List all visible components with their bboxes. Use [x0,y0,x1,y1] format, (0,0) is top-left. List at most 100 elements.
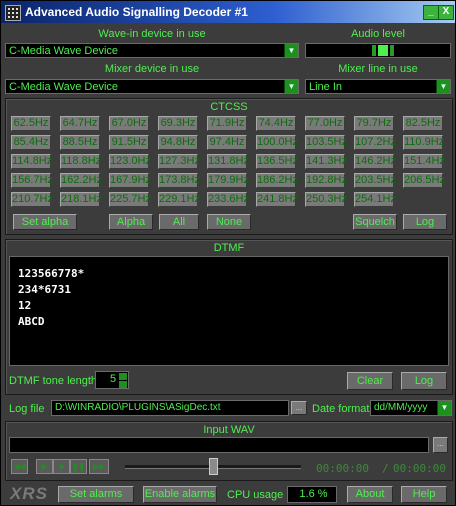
dtmf-tone-length-spinner[interactable]: 5 [95,371,129,389]
ctcss-tone-button[interactable]: 146.2Hz [354,154,396,169]
ctcss-tone-button[interactable]: 151.4Hz [403,154,445,169]
ctcss-tone-button[interactable]: 162.2Hz [60,173,102,188]
dtmf-tone-length-label: DTMF tone length [9,375,98,387]
ctcss-tone-button[interactable]: 110.9Hz [403,135,444,150]
wav-position-thumb[interactable] [209,458,218,475]
mixer-line-label: Mixer line in use [338,63,418,75]
ctcss-tone-button[interactable]: 74.4Hz [256,116,296,131]
pause-button[interactable]: ❚❚ [70,459,87,474]
none-button[interactable]: None [207,214,251,230]
ctcss-tone-button[interactable]: 186.2Hz [256,173,298,188]
enable-alarms-button[interactable]: Enable alarms [143,486,217,503]
window-title: Advanced Audio Signalling Decoder #1 [25,5,248,19]
fast-forward-icon: ▶▶ [92,462,106,471]
mixer-device-label: Mixer device in use [104,63,200,75]
ctcss-tone-button[interactable]: 114.8Hz [11,154,52,169]
decoder-window: Advanced Audio Signalling Decoder #1 _ X… [0,0,456,506]
dtmf-output: 123566778* 234*6731 12 ABCD [9,256,449,366]
chevron-down-icon[interactable]: ▼ [284,80,298,93]
ctcss-tone-button[interactable]: 156.7Hz [11,173,53,188]
ctcss-tone-button[interactable]: 79.7Hz [354,116,394,131]
audio-level-label: Audio level [351,28,405,40]
ctcss-tone-button[interactable]: 233.6Hz [207,192,249,207]
ctcss-tone-button[interactable]: 229.1Hz [158,192,200,207]
ctcss-tone-button[interactable]: 127.3Hz [158,154,200,169]
wav-time-current: 00:00:00 [316,462,369,475]
wave-in-value: C-Media Wave Device [9,45,119,57]
squelch-button[interactable]: Squelch [353,214,397,230]
date-format-select[interactable]: dd/MM/yyyy ▼ [370,400,452,416]
log-file-input[interactable]: D:\WINRADIO\PLUGINS\ASigDec.txt [51,400,289,416]
about-button[interactable]: About [347,486,393,503]
chevron-down-icon[interactable]: ▼ [436,80,450,93]
ctcss-tone-button[interactable]: 107.2Hz [354,135,396,150]
set-alpha-button[interactable]: Set alpha [13,214,77,230]
ctcss-tone-button[interactable]: 88.5Hz [60,135,100,150]
help-button[interactable]: Help [401,486,447,503]
date-format-label: Date format [312,403,370,415]
ctcss-tone-button[interactable]: 218.1Hz [60,192,102,207]
ctcss-tone-button[interactable]: 71.9Hz [207,116,247,131]
ctcss-tone-button[interactable]: 67.0Hz [109,116,149,131]
ctcss-tone-button[interactable]: 82.5Hz [403,116,443,131]
close-button[interactable]: X [438,5,454,20]
ctcss-tone-button[interactable]: 136.5Hz [256,154,298,169]
ctcss-tone-button[interactable]: 131.8Hz [207,154,249,169]
title-bar[interactable]: Advanced Audio Signalling Decoder #1 _ X [1,1,455,23]
set-alarms-button[interactable]: Set alarms [58,486,134,503]
ctcss-tone-button[interactable]: 103.5Hz [305,135,347,150]
chevron-down-icon[interactable]: ▼ [284,44,298,57]
ctcss-tone-button[interactable]: 94.8Hz [158,135,198,150]
dtmf-label: DTMF [213,242,245,254]
ctcss-tone-button[interactable]: 62.5Hz [11,116,51,131]
ctcss-tone-button[interactable]: 100.0Hz [256,135,298,150]
play-button[interactable]: ▶ [36,459,53,474]
dtmf-tone-length-value: 5 [110,373,117,385]
dtmf-line: 234*6731 [18,283,71,296]
ctcss-tone-button[interactable]: 241.8Hz [256,192,298,207]
ctcss-tone-button[interactable]: 118.8Hz [60,154,101,169]
ctcss-tone-button[interactable]: 77.0Hz [305,116,345,131]
ctcss-tone-button[interactable]: 97.4Hz [207,135,247,150]
play-icon: ▶ [41,462,48,471]
dtmf-clear-button[interactable]: Clear [347,372,393,390]
log-file-browse-button[interactable]: ... [291,401,307,415]
mixer-line-select[interactable]: Line In ▼ [305,79,451,94]
rewind-button[interactable]: ◀◀ [11,459,28,474]
minimize-button[interactable]: _ [423,5,439,20]
ctcss-log-button[interactable]: Log [403,214,447,230]
spin-up-icon[interactable] [119,373,127,380]
spin-down-icon[interactable] [119,381,127,388]
ctcss-tone-button[interactable]: 91.5Hz [109,135,149,150]
ctcss-tone-button[interactable]: 206.5Hz [403,173,445,188]
date-format-value: dd/MM/yyyy [374,402,428,413]
ctcss-tone-button[interactable]: 192.8Hz [305,173,347,188]
wav-time-separator: / [382,462,389,475]
mixer-device-value: C-Media Wave Device [9,81,119,93]
ctcss-tone-button[interactable]: 123.0Hz [109,154,151,169]
chevron-down-icon[interactable]: ▼ [437,401,451,415]
fast-forward-button[interactable]: ▶▶ [89,459,109,474]
ctcss-tone-button[interactable]: 167.9Hz [109,173,151,188]
ctcss-tone-button[interactable]: 210.7Hz [11,192,53,207]
ctcss-tone-button[interactable]: 69.3Hz [158,116,198,131]
all-button[interactable]: All [159,214,199,230]
mixer-device-select[interactable]: C-Media Wave Device ▼ [5,79,299,94]
system-menu-icon[interactable] [5,5,21,21]
input-wav-path[interactable] [9,437,429,453]
ctcss-tone-button[interactable]: 250.3Hz [305,192,347,207]
ctcss-tone-button[interactable]: 85.4Hz [11,135,51,150]
dtmf-log-button[interactable]: Log [401,372,447,390]
wave-in-select[interactable]: C-Media Wave Device ▼ [5,43,299,58]
ctcss-tone-button[interactable]: 225.7Hz [109,192,151,207]
ctcss-tone-button[interactable]: 173.8Hz [158,173,200,188]
audio-level-meter [305,43,451,58]
ctcss-tone-button[interactable]: 141.3Hz [305,154,347,169]
alpha-button[interactable]: Alpha [109,214,153,230]
ctcss-tone-button[interactable]: 203.5Hz [354,173,396,188]
ctcss-tone-button[interactable]: 64.7Hz [60,116,100,131]
ctcss-tone-button[interactable]: 179.9Hz [207,173,249,188]
stop-button[interactable]: ■ [53,459,70,474]
input-wav-browse-button[interactable]: ... [433,437,448,453]
ctcss-tone-button[interactable]: 254.1Hz [354,192,396,207]
